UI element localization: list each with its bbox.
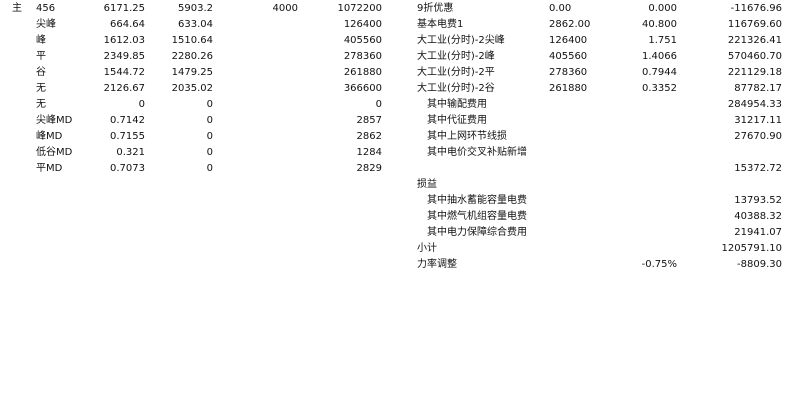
billing-document: 主 456 6171.25 5903.2 4000 1072200 尖峰 664.64 633.… — [0, 0, 790, 417]
amount-cell: 284954.33 — [727, 99, 782, 110]
table-row: 大工业(分时)-2尖峰 126400 1.751 221326.41 — [0, 33, 790, 49]
table-row: 大工业(分时)-2峰 405560 1.4066 570460.70 — [0, 49, 790, 65]
amount-cell: 116769.60 — [727, 19, 782, 30]
quantity-cell: 2862.00 — [549, 19, 591, 30]
charge-label-cell: 损益 — [417, 179, 437, 190]
amount-cell: -8809.30 — [737, 259, 782, 270]
table-row: 力率调整 -0.75% -8809.30 — [0, 257, 790, 273]
rate-cell: -0.75% — [641, 259, 677, 270]
table-row: 其中上网环节线损 27670.90 — [0, 129, 790, 145]
charge-label-cell: 其中抽水蓄能容量电费 — [427, 195, 527, 206]
amount-cell: 87782.17 — [734, 83, 782, 94]
rate-cell: 1.751 — [648, 35, 677, 46]
table-row: 损益 — [0, 177, 790, 193]
table-row: 基本电费1 2862.00 40.800 116769.60 — [0, 17, 790, 33]
amount-cell: 13793.52 — [734, 195, 782, 206]
amount-cell: -11676.96 — [730, 3, 782, 14]
amount-cell: 221326.41 — [727, 35, 782, 46]
quantity-cell: 261880 — [549, 83, 588, 94]
amount-cell: 27670.90 — [734, 131, 782, 142]
charge-label-cell: 其中电力保障综合费用 — [427, 227, 527, 238]
amount-cell: 15372.72 — [734, 163, 782, 174]
table-row: 小计 1205791.10 — [0, 241, 790, 257]
rate-cell: 0.7944 — [642, 67, 677, 78]
quantity-cell: 126400 — [549, 35, 588, 46]
charge-label-cell: 9折优惠 — [417, 3, 454, 14]
table-row: 其中输配费用 284954.33 — [0, 97, 790, 113]
table-row: 9折优惠 0.00 0.000 -11676.96 — [0, 1, 790, 17]
quantity-cell: 0.00 — [549, 3, 572, 14]
rate-cell: 40.800 — [642, 19, 677, 30]
charge-label-cell: 大工业(分时)-2平 — [417, 67, 495, 78]
charge-label-cell: 力率调整 — [417, 259, 457, 270]
charge-label-cell: 其中电价交叉补贴新增 — [427, 147, 527, 158]
amount-cell: 1205791.10 — [721, 243, 782, 254]
charge-label-cell: 大工业(分时)-2尖峰 — [417, 35, 505, 46]
charge-label-cell: 大工业(分时)-2谷 — [417, 83, 495, 94]
charge-label-cell: 基本电费1 — [417, 19, 464, 30]
table-row: 大工业(分时)-2谷 261880 0.3352 87782.17 — [0, 81, 790, 97]
charge-label-cell: 小计 — [417, 243, 437, 254]
charge-label-cell: 大工业(分时)-2峰 — [417, 51, 495, 62]
amount-cell: 31217.11 — [734, 115, 782, 126]
table-row: 15372.72 — [0, 161, 790, 177]
rate-cell: 0.000 — [648, 3, 677, 14]
quantity-cell: 278360 — [549, 67, 588, 78]
charge-label-cell: 其中输配费用 — [427, 99, 487, 110]
charge-label-cell: 其中上网环节线损 — [427, 131, 507, 142]
charge-label-cell: 其中代征费用 — [427, 115, 487, 126]
rate-cell: 0.3352 — [642, 83, 677, 94]
rate-cell: 1.4066 — [642, 51, 677, 62]
amount-cell: 21941.07 — [734, 227, 782, 238]
table-row: 其中抽水蓄能容量电费 13793.52 — [0, 193, 790, 209]
amount-cell: 40388.32 — [734, 211, 782, 222]
amount-cell: 570460.70 — [727, 51, 782, 62]
table-row: 其中电价交叉补贴新增 — [0, 145, 790, 161]
quantity-cell: 405560 — [549, 51, 588, 62]
table-row: 其中燃气机组容量电费 40388.32 — [0, 209, 790, 225]
table-row: 其中代征费用 31217.11 — [0, 113, 790, 129]
table-row: 其中电力保障综合费用 21941.07 — [0, 225, 790, 241]
table-row: 大工业(分时)-2平 278360 0.7944 221129.18 — [0, 65, 790, 81]
amount-cell: 221129.18 — [727, 67, 782, 78]
charge-label-cell: 其中燃气机组容量电费 — [427, 211, 527, 222]
